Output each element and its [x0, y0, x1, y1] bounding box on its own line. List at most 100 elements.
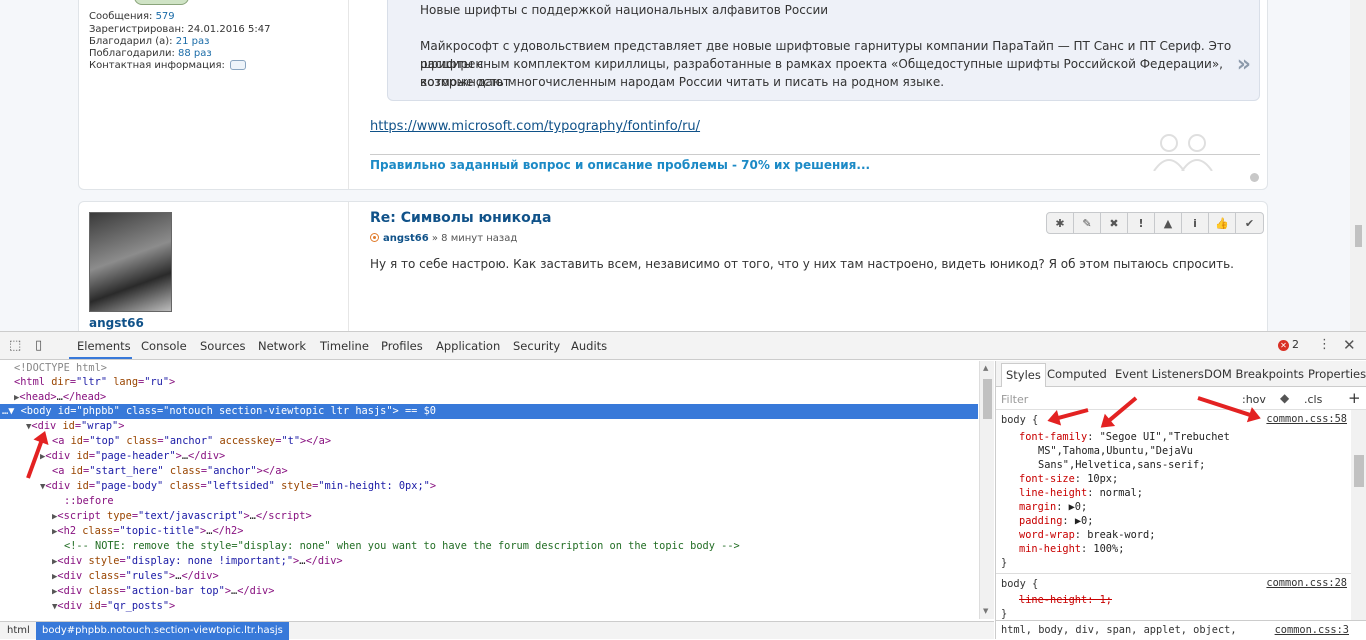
delete-icon[interactable]: ✖ [1101, 213, 1128, 233]
dom-line[interactable]: ▶<div id="page-header">…</div> [40, 449, 225, 464]
report-post-icon[interactable]: ▲ [1155, 213, 1182, 233]
rule-close: } [1001, 557, 1008, 569]
tab-computed[interactable]: Computed [1047, 367, 1107, 381]
tab-audits[interactable]: Audits [571, 339, 607, 353]
rule-close-2: } [1001, 608, 1008, 620]
devtools-panel: ⬚ ▯ Elements Console Sources Network Tim… [0, 331, 1366, 640]
css-declaration[interactable]: margin: ▶0; [1019, 500, 1087, 514]
active-tab-indicator [69, 357, 132, 359]
class-toggle[interactable]: .cls [1304, 393, 1322, 406]
profile-posts-link[interactable]: 579 [156, 11, 175, 22]
dom-breadcrumb: html body#phpbb.notouch.section-viewtopi… [0, 621, 994, 640]
tab-application[interactable]: Application [436, 339, 500, 353]
tab-elements[interactable]: Elements [77, 339, 131, 353]
tab-dom-breakpoints[interactable]: DOM Breakpoints [1204, 367, 1304, 381]
dom-line[interactable]: ▼<div id="qr_posts"> [52, 599, 175, 614]
thanks-icon[interactable]: 👍 [1209, 213, 1236, 233]
dom-line[interactable]: <!DOCTYPE html> [14, 361, 107, 376]
profile-posts: Сообщения: 579 [89, 11, 175, 22]
expand-quote-icon[interactable]: » [1237, 52, 1251, 77]
quote-line-3: возможность многочисленным народам Росси… [420, 75, 945, 89]
signature-decoration-icon [1153, 134, 1213, 171]
dom-line[interactable]: <html dir="ltr" lang="ru"> [14, 375, 175, 390]
breadcrumb-html[interactable]: html [7, 625, 30, 636]
css-declaration[interactable]: font-family: "Segoe UI","Trebuchet [1019, 430, 1230, 444]
rule-source-link[interactable]: common.css:58 [1266, 413, 1347, 425]
inspect-icon[interactable]: ⬚ [9, 338, 21, 353]
rule-selector-2[interactable]: body { [1001, 577, 1038, 591]
rule-source-link-2[interactable]: common.css:28 [1266, 577, 1347, 589]
info-icon[interactable]: i [1182, 213, 1209, 233]
profile-username[interactable]: angst66 [89, 316, 144, 330]
error-counter[interactable]: ✕ 2 [1278, 338, 1299, 351]
signature-divider [370, 154, 1260, 155]
forum-page: Сообщения: 579 Зарегистрирован: 24.01.20… [0, 0, 1366, 331]
post-previous: Сообщения: 579 Зарегистрирован: 24.01.20… [78, 0, 1268, 190]
post-author-link[interactable]: angst66 [383, 233, 429, 244]
signature-link[interactable]: Правильно заданный вопрос и описание про… [370, 158, 870, 172]
back-to-top-icon[interactable] [1250, 173, 1259, 182]
dom-line[interactable]: ▶<h2 class="topic-title">…</h2> [52, 524, 243, 539]
dom-line[interactable]: ▶<div class="rules">…</div> [52, 569, 219, 584]
post-text: Ну я то себе настрою. Как заставить всем… [370, 257, 1234, 271]
tab-properties[interactable]: Properties [1308, 367, 1366, 381]
breadcrumb-body[interactable]: body#phpbb.notouch.section-viewtopic.ltr… [36, 622, 289, 640]
css-declaration-overridden[interactable]: line-height: 1; [1019, 593, 1112, 607]
styles-pane: Styles Computed Event Listeners DOM Brea… [995, 361, 1366, 639]
dom-line[interactable]: ▶<div class="action-bar top">…</div> [52, 584, 274, 599]
dom-line[interactable]: ▶<div style="display: none !important;">… [52, 554, 343, 569]
elements-scrollbar[interactable]: ▲ ▼ [979, 361, 994, 619]
dom-line[interactable]: <!-- NOTE: remove the style="display: no… [64, 539, 740, 554]
edit-icon[interactable]: ✎ [1074, 213, 1101, 233]
device-toggle-icon[interactable]: ▯ [35, 338, 42, 353]
tab-profiles[interactable]: Profiles [381, 339, 423, 353]
tab-styles[interactable]: Styles [1001, 363, 1046, 387]
rank-image [134, 0, 189, 5]
tab-security[interactable]: Security [513, 339, 560, 353]
rule-selector[interactable]: body { [1001, 413, 1038, 427]
elements-tree[interactable]: <!DOCTYPE html> <html dir="ltr" lang="ru… [0, 361, 978, 619]
tab-timeline[interactable]: Timeline [320, 339, 369, 353]
post-title[interactable]: Re: Символы юникода [370, 210, 552, 226]
styles-scrollbar[interactable] [1351, 410, 1366, 620]
tab-event-listeners[interactable]: Event Listeners [1115, 367, 1204, 381]
css-declaration-cont: Sans",Helvetica,sans-serif; [1038, 459, 1206, 471]
dom-line[interactable]: ::before [64, 494, 114, 509]
dom-line[interactable]: <a id="start_here" class="anchor"></a> [52, 464, 288, 479]
quote-title: Новые шрифты с поддержкой национальных а… [420, 3, 829, 17]
css-declaration[interactable]: word-wrap: break-word; [1019, 528, 1155, 542]
css-declaration-cont: MS",Tahoma,Ubuntu,"DejaVu [1038, 445, 1193, 457]
page-scrollbar[interactable] [1350, 0, 1366, 331]
contact-icon[interactable] [230, 60, 247, 70]
tab-network[interactable]: Network [258, 339, 306, 353]
hover-state-toggle[interactable]: :hov [1242, 393, 1266, 406]
post-link[interactable]: https://www.microsoft.com/typography/fon… [370, 119, 700, 134]
styles-filter-input[interactable]: Filter [1001, 393, 1028, 406]
dom-line[interactable]: ▼<div id="page-body" class="leftsided" s… [40, 479, 436, 494]
css-declaration[interactable]: padding: ▶0; [1019, 514, 1093, 528]
rule-selector-3[interactable]: html, body, div, span, applet, object, [1001, 624, 1237, 636]
report-icon[interactable]: ✱ [1047, 213, 1074, 233]
css-declaration[interactable]: font-size: 10px; [1019, 472, 1118, 486]
dom-line-selected[interactable]: …▼ <body id="phpbb" class="notouch secti… [2, 404, 436, 419]
dom-line[interactable]: <a id="top" class="anchor" accesskey="t"… [52, 434, 331, 449]
tab-console[interactable]: Console [141, 339, 187, 353]
close-icon[interactable]: ✕ [1343, 336, 1356, 354]
tab-sources[interactable]: Sources [200, 339, 246, 353]
dom-line[interactable]: ▶<head>…</head> [14, 390, 106, 405]
quote-icon[interactable]: ✔ [1236, 213, 1263, 233]
color-format-icon[interactable]: ◆ [1280, 391, 1289, 405]
new-rule-button[interactable]: + [1348, 389, 1361, 407]
style-rules[interactable]: body { common.css:58 font-family: "Segoe… [996, 410, 1351, 638]
warn-icon[interactable]: ! [1128, 213, 1155, 233]
css-declaration[interactable]: min-height: 100%; [1019, 542, 1124, 556]
rule-source-link-3[interactable]: common.css:3 [1275, 624, 1349, 636]
css-declaration[interactable]: line-height: normal; [1019, 486, 1143, 500]
dom-line[interactable]: ▶<script type="text/javascript">…</scrip… [52, 509, 312, 524]
devtools-tabbar: ⬚ ▯ Elements Console Sources Network Tim… [0, 332, 1366, 360]
post-profile-2: angst66 [79, 202, 349, 331]
profile-thanks-link[interactable]: 88 раз [178, 48, 212, 59]
menu-kebab-icon[interactable]: ⋮ [1318, 337, 1331, 352]
profile-thanks-received: Поблагодарили: 88 раз [89, 48, 212, 59]
profile-thanked-link[interactable]: 21 раз [176, 36, 210, 47]
